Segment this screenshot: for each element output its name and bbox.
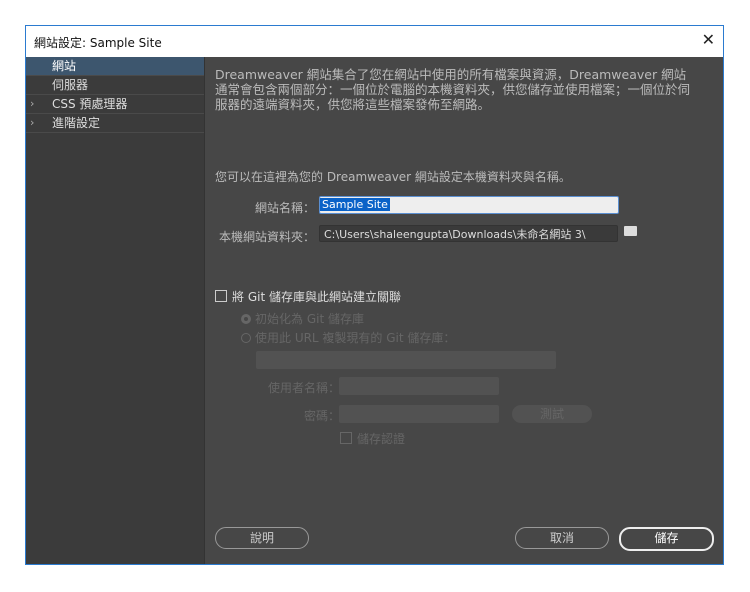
save-credentials-label: 儲存認證 [357,432,406,446]
cancel-button[interactable]: 取消 [515,527,609,549]
git-init-label: 初始化為 Git 儲存庫 [255,312,364,326]
sidebar: 網站 伺服器 › CSS 預處理器 › 進階設定 [26,57,205,564]
password-label: 密碼： [303,409,340,423]
chevron-right-icon[interactable]: › [30,114,34,132]
help-button[interactable]: 說明 [215,527,309,549]
hint-text: 您可以在這裡為您的 Dreamweaver 網站設定本機資料夾與名稱。 [215,170,571,184]
sidebar-item-label: 進階設定 [52,116,101,130]
site-name-input[interactable]: Sample Site [319,196,619,214]
site-setup-dialog: 網站設定: Sample Site ✕ 網站 伺服器 › CSS 預處理器 › 進階… [25,25,724,565]
radio-icon[interactable] [241,333,251,343]
local-folder-input[interactable]: C:\Users\shaleengupta\Downloads\未命名網站 3\ [319,225,618,242]
sidebar-item-label: 伺服器 [52,78,89,92]
folder-icon[interactable] [624,226,637,236]
save-button[interactable]: 儲存 [619,527,714,551]
git-clone-radio[interactable]: 使用此 URL 複製現有的 Git 儲存庫： [241,329,455,346]
git-checkbox-label: 將 Git 儲存庫與此網站建立關聯 [232,290,401,304]
sidebar-item-label: CSS 預處理器 [52,97,128,111]
local-folder-label: 本機網站資料夾： [218,230,315,244]
site-name-value: Sample Site [320,198,390,211]
close-icon[interactable]: ✕ [702,30,715,49]
radio-icon[interactable] [241,314,251,324]
username-input[interactable] [339,377,499,395]
checkbox-icon[interactable] [340,432,352,444]
git-checkbox[interactable]: 將 Git 儲存庫與此網站建立關聯 [215,288,401,305]
git-init-radio[interactable]: 初始化為 Git 儲存庫 [241,310,364,327]
sidebar-item-css-preprocessors[interactable]: › CSS 預處理器 [26,95,204,114]
username-label: 使用者名稱： [267,381,340,395]
checkbox-icon[interactable] [215,290,227,302]
sidebar-item-advanced-settings[interactable]: › 進階設定 [26,114,204,133]
password-input[interactable] [339,405,499,423]
test-button[interactable]: 測試 [512,405,592,423]
git-clone-label: 使用此 URL 複製現有的 Git 儲存庫： [255,331,456,345]
sidebar-item-label: 網站 [52,59,77,73]
main-panel: Dreamweaver 網站集合了您在網站中使用的所有檔案與資源，Dreamwe… [205,57,723,564]
intro-text: Dreamweaver 網站集合了您在網站中使用的所有檔案與資源，Dreamwe… [215,67,691,112]
sidebar-item-site[interactable]: 網站 [26,57,204,76]
chevron-right-icon[interactable]: › [30,95,34,113]
save-credentials-checkbox[interactable]: 儲存認證 [340,430,405,447]
dialog-title: 網站設定: Sample Site [34,36,162,50]
sidebar-item-servers[interactable]: 伺服器 [26,76,204,95]
title-bar: 網站設定: Sample Site ✕ [26,26,723,57]
git-url-input[interactable] [256,351,556,369]
site-name-label: 網站名稱： [254,201,315,215]
